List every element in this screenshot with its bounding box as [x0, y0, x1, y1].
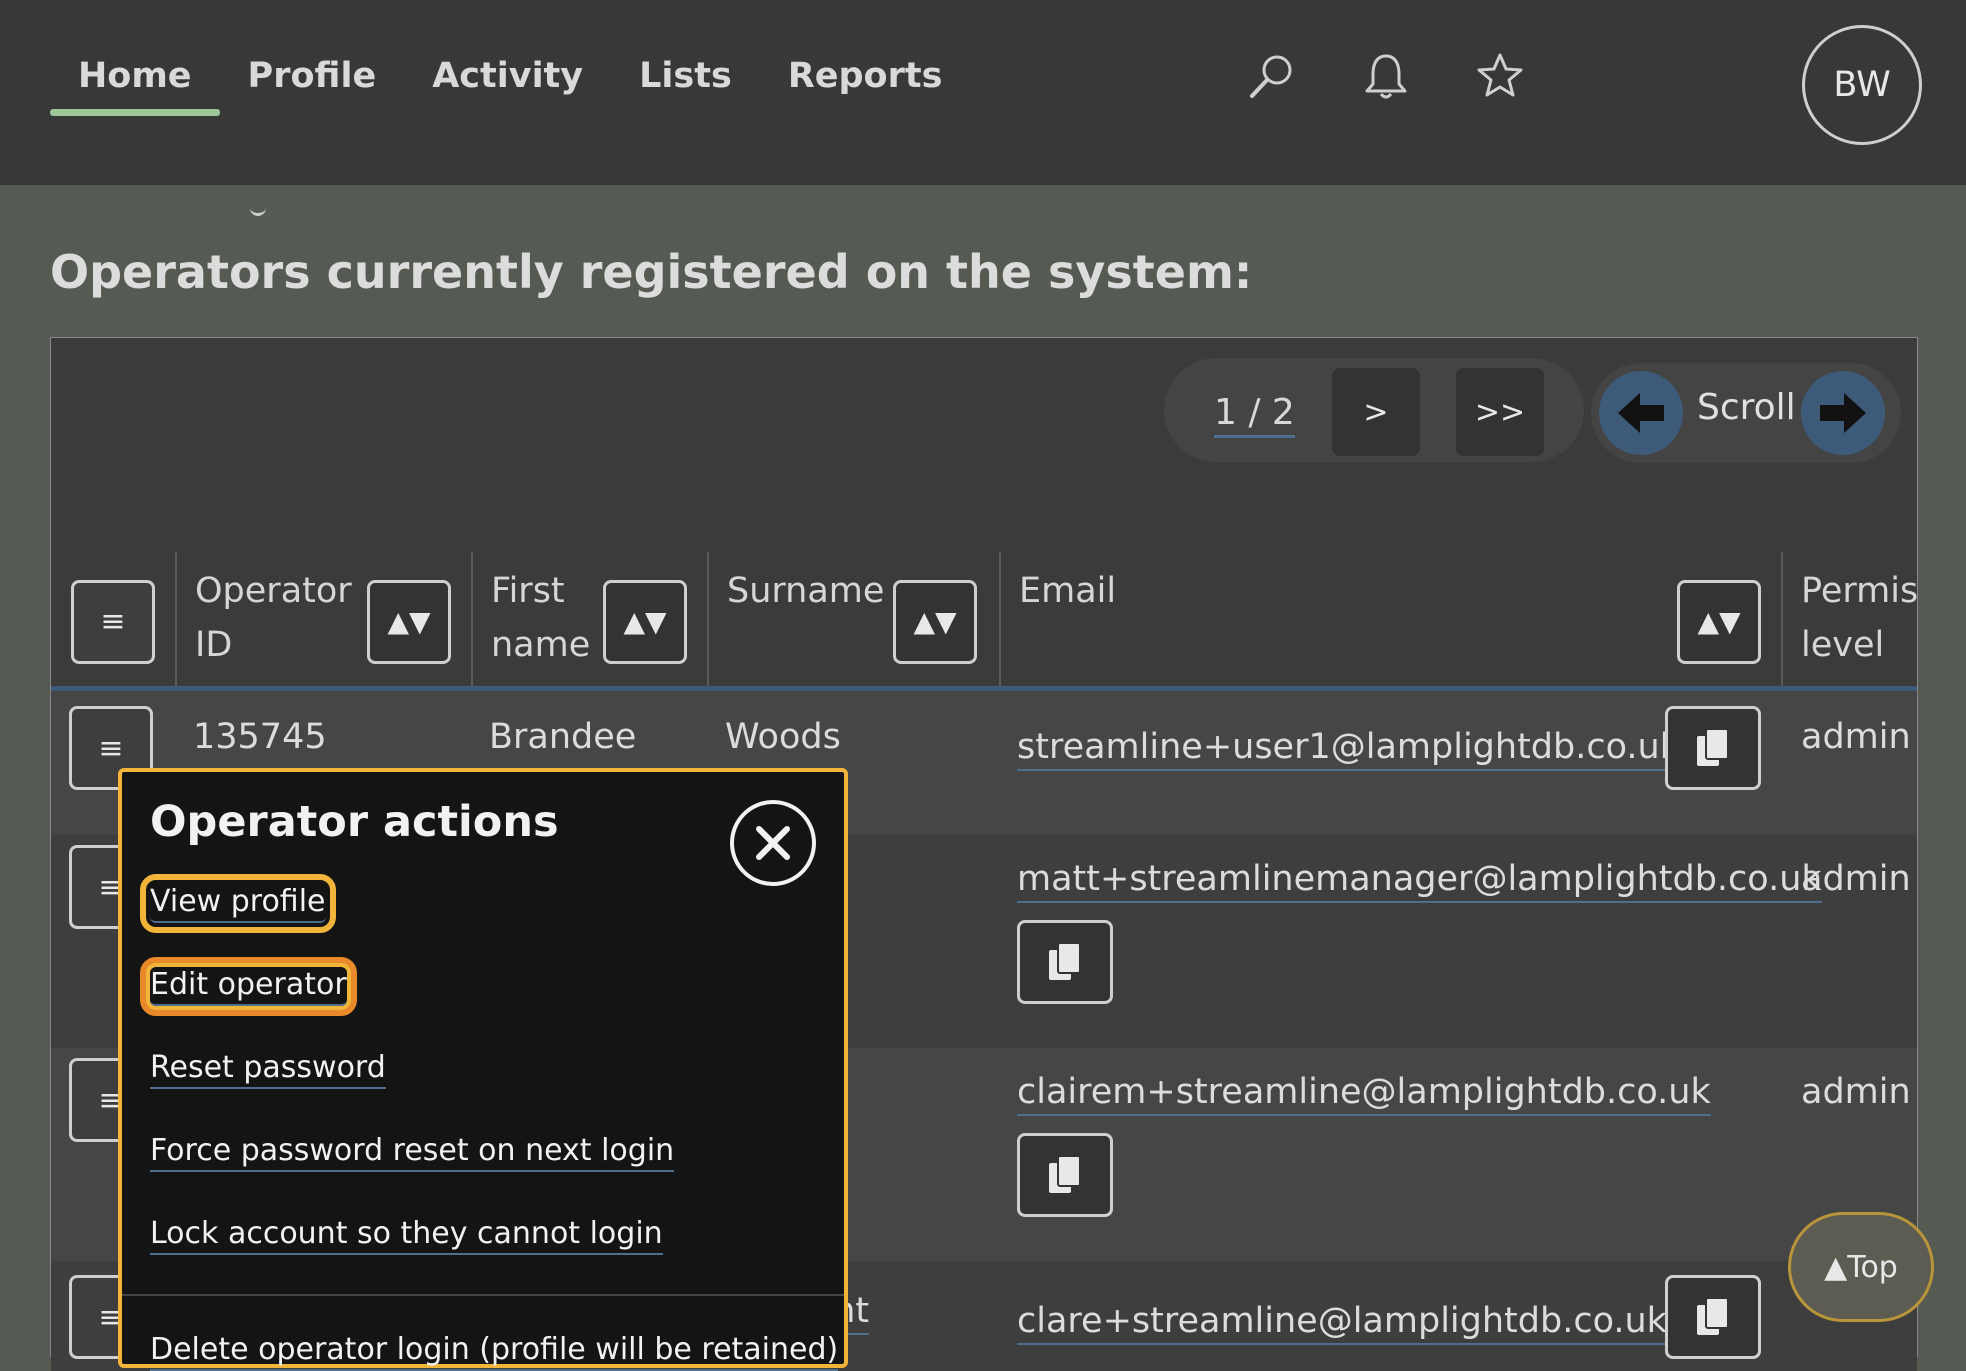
column-menu-button[interactable]: ≡ [71, 580, 155, 664]
column-label: Email [1019, 571, 1117, 611]
cell-email-link[interactable]: streamline+user1@lamplightdb.co.uk [1017, 727, 1680, 771]
sort-surname-button[interactable]: ▲▼ [893, 580, 977, 664]
page-indicator[interactable]: 1 / 2 [1214, 392, 1295, 438]
back-to-top-button[interactable]: ▲Top [1788, 1212, 1934, 1322]
bell-icon[interactable] [1360, 50, 1412, 102]
operator-actions-popup: Operator actions View profile Edit opera… [118, 768, 848, 1371]
top-navigation-bar: Home Profile Activity Lists Reports BW [0, 0, 1966, 185]
cell-operator-id: 135745 [193, 717, 327, 757]
cell-email-link[interactable]: clare+streamline@lamplightdb.co.uk [1017, 1301, 1667, 1345]
popup-divider [122, 1294, 844, 1296]
sort-first-name-button[interactable]: ▲▼ [603, 580, 687, 664]
next-page-button[interactable]: > [1332, 368, 1420, 456]
cell-permission: admin [1801, 717, 1911, 757]
column-header-surname: Surname ▲▼ [709, 552, 1001, 687]
cell-email-link[interactable]: clairem+streamline@lamplightdb.co.uk [1017, 1072, 1711, 1116]
column-header-operator-id: Operator ID ▲▼ [177, 552, 473, 687]
user-avatar[interactable]: BW [1802, 25, 1922, 145]
copy-icon [1697, 1297, 1729, 1335]
column-header-first-name: First name ▲▼ [473, 552, 709, 687]
nav-profile[interactable]: Profile [220, 50, 405, 116]
delete-operator-login-link[interactable]: Delete operator login (profile will be r… [150, 1332, 839, 1371]
sort-email-button[interactable]: ▲▼ [1677, 580, 1761, 664]
copy-icon [1049, 942, 1081, 980]
page-heading: Operators currently registered on the sy… [50, 245, 1253, 299]
star-icon[interactable] [1474, 50, 1526, 102]
column-label: level [1801, 625, 1885, 665]
scroll-right-button[interactable] [1801, 371, 1885, 455]
scroll-control: Scroll [1591, 363, 1901, 463]
view-profile-link[interactable]: View profile [140, 874, 336, 933]
sort-operator-id-button[interactable]: ▲▼ [367, 580, 451, 664]
cell-email-link[interactable]: matt+streamlinemanager@lamplightdb.co.uk [1017, 859, 1822, 903]
search-icon[interactable] [1246, 50, 1298, 102]
cropped-text-fragment [250, 205, 266, 216]
copy-email-button[interactable] [1017, 1133, 1113, 1217]
column-header-permission-level: Permis level [1783, 552, 1917, 687]
cell-permission: admin [1801, 859, 1911, 899]
cell-first-name: Brandee [489, 717, 637, 757]
scroll-label: Scroll [1697, 387, 1796, 428]
scroll-left-button[interactable] [1599, 371, 1683, 455]
copy-icon [1049, 1155, 1081, 1193]
header-menu-cell: ≡ [51, 552, 177, 687]
popup-title: Operator actions [150, 797, 559, 847]
column-label: Permis [1801, 571, 1917, 611]
nav-home[interactable]: Home [50, 50, 220, 116]
column-header-email: Email ▲▼ [1001, 552, 1783, 687]
main-nav: Home Profile Activity Lists Reports [50, 50, 970, 116]
force-password-reset-link[interactable]: Force password reset on next login [150, 1133, 675, 1172]
header-icons [1246, 50, 1526, 102]
pagination: 1 / 2 > >> [1164, 358, 1584, 462]
nav-reports[interactable]: Reports [760, 50, 971, 116]
copy-email-button[interactable] [1665, 1275, 1761, 1359]
cell-permission: admin [1801, 1072, 1911, 1112]
copy-email-button[interactable] [1017, 920, 1113, 1004]
copy-email-button[interactable] [1665, 706, 1761, 790]
arrow-left-icon [1618, 393, 1664, 433]
close-popup-button[interactable] [730, 800, 816, 886]
nav-activity[interactable]: Activity [404, 50, 611, 116]
edit-operator-link[interactable]: Edit operator [140, 957, 357, 1016]
last-page-button[interactable]: >> [1456, 368, 1544, 456]
nav-lists[interactable]: Lists [611, 50, 760, 116]
close-icon [756, 826, 790, 860]
arrow-right-icon [1820, 393, 1866, 433]
reset-password-link[interactable]: Reset password [150, 1050, 386, 1089]
copy-icon [1697, 728, 1729, 766]
cell-surname: Woods [725, 717, 841, 757]
lock-account-link[interactable]: Lock account so they cannot login [150, 1216, 663, 1255]
